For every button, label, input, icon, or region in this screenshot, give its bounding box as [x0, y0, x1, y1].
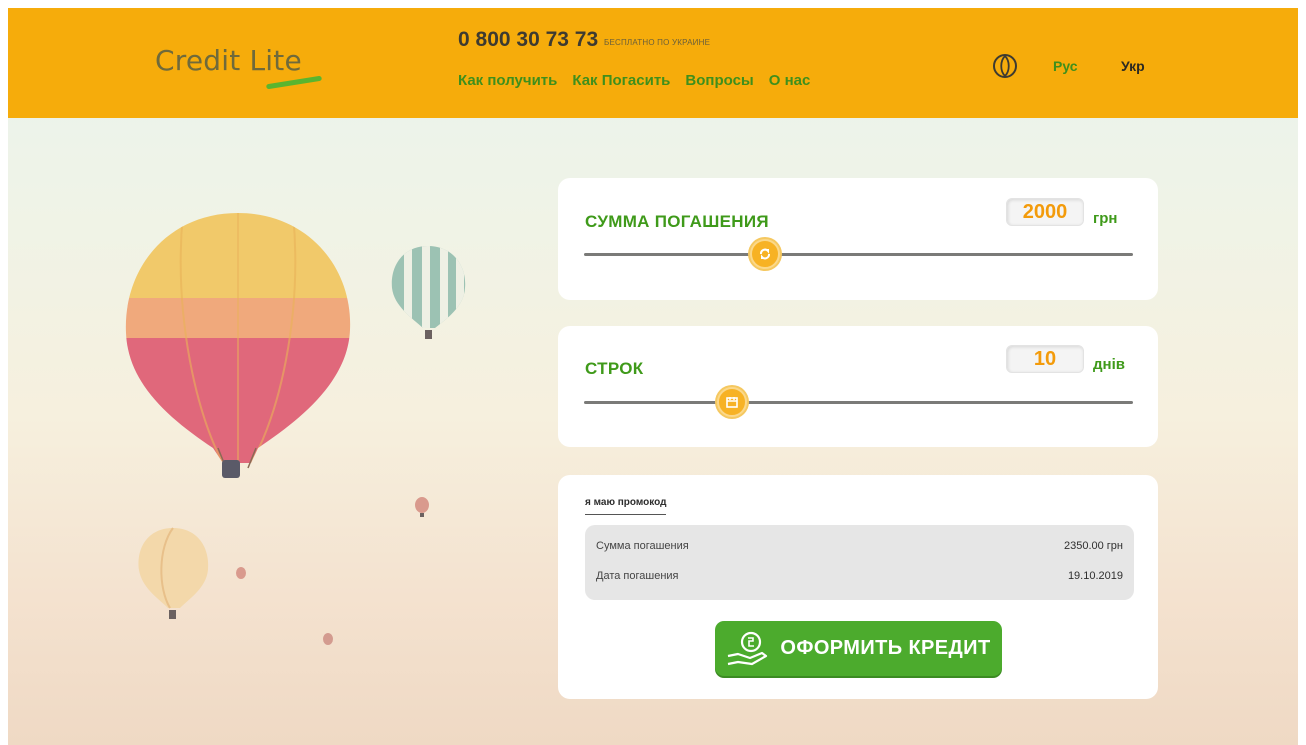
header-bar: Credit Lite 0 800 30 73 73 БЕСПЛАТНО ПО … — [8, 8, 1298, 118]
main-nav: Как получить Как Погасить Вопросы О нас — [458, 72, 810, 89]
lang-ru-button[interactable]: Рус — [1053, 58, 1078, 74]
amount-title: СУММА ПОГАШЕНИЯ — [585, 212, 769, 231]
term-input[interactable]: 10 — [1006, 345, 1084, 373]
term-unit: днів — [1093, 356, 1125, 373]
term-slider-track[interactable] — [584, 401, 1133, 404]
amount-slider-track[interactable] — [584, 253, 1133, 256]
amount-slider-thumb[interactable] — [750, 239, 781, 269]
logo[interactable]: Credit Lite — [155, 44, 302, 77]
big-balloon — [125, 213, 351, 463]
phone-number[interactable]: 0 800 30 73 73 — [458, 28, 598, 52]
mid-balloon — [391, 246, 466, 328]
apply-credit-button[interactable]: ОФОРМИТЬ КРЕДИТ — [715, 621, 1002, 676]
term-card: СТРОК 10 днів — [558, 326, 1158, 447]
promo-code-link[interactable]: я маю промокод — [585, 497, 667, 515]
account-icon[interactable] — [992, 53, 1018, 79]
summary-panel: Сумма погашения 2350.00 грн Дата погашен… — [585, 525, 1134, 600]
hand-coin-icon — [728, 631, 768, 665]
amount-unit: грн — [1093, 210, 1118, 227]
nav-how-to-repay[interactable]: Как Погасить — [572, 72, 670, 89]
nav-how-to-get[interactable]: Как получить — [458, 72, 557, 89]
lang-uk-button[interactable]: Укр — [1121, 58, 1145, 74]
balloons-illustration — [125, 213, 466, 645]
amount-input[interactable]: 2000 — [1006, 198, 1084, 226]
summary-value: 19.10.2019 — [1067, 570, 1123, 582]
summary-row-amount: Сумма погашения 2350.00 грн — [596, 540, 1123, 556]
calendar-icon — [726, 397, 739, 408]
summary-value: 2350.00 грн — [1063, 540, 1123, 552]
phone-note: БЕСПЛАТНО ПО УКРАИНЕ — [604, 38, 711, 47]
logo-swoosh — [265, 75, 323, 90]
refresh-icon — [760, 248, 771, 260]
term-slider-thumb[interactable] — [717, 387, 748, 417]
apply-credit-label: ОФОРМИТЬ КРЕДИТ — [780, 637, 991, 659]
page-frame: Credit Lite 0 800 30 73 73 БЕСПЛАТНО ПО … — [8, 8, 1298, 745]
nav-about[interactable]: О нас — [769, 72, 811, 89]
summary-card: я маю промокод Сумма погашения 2350.00 г… — [558, 475, 1158, 699]
amount-card: СУММА ПОГАШЕНИЯ 2000 грн — [558, 178, 1158, 300]
term-title: СТРОК — [585, 359, 644, 378]
nav-questions[interactable]: Вопросы — [685, 72, 753, 89]
summary-label: Дата погашения — [596, 570, 679, 582]
summary-row-date: Дата погашения 19.10.2019 — [596, 570, 1123, 586]
summary-label: Сумма погашения — [596, 540, 689, 552]
